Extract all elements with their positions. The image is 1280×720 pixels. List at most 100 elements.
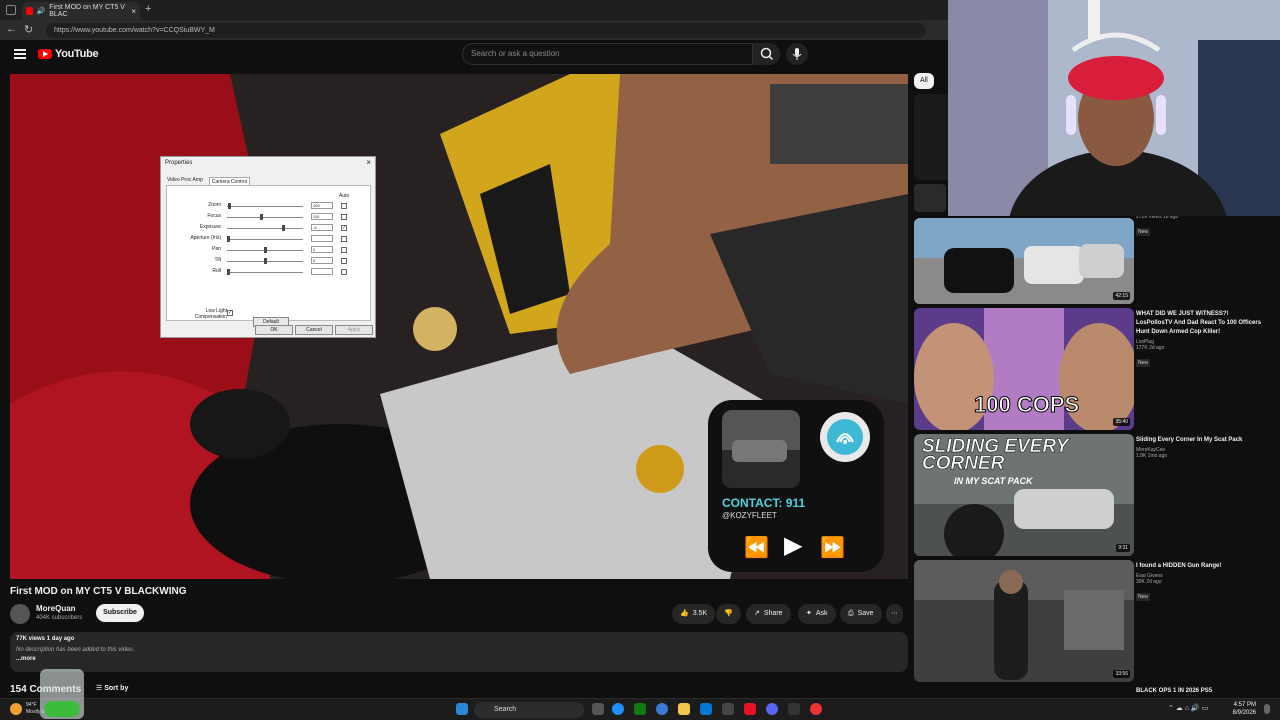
description-box[interactable]: 77K views 1 day ago No description has b… — [10, 632, 908, 672]
property-slider[interactable] — [227, 203, 303, 209]
share-button[interactable]: ↗ Share — [746, 604, 791, 624]
store-icon[interactable] — [700, 703, 712, 715]
edge-icon[interactable] — [612, 703, 624, 715]
property-value-field[interactable] — [311, 268, 333, 275]
voice-search-button[interactable] — [786, 43, 808, 65]
property-slider[interactable] — [227, 247, 303, 253]
browser-tab[interactable]: 🔊 First MOD on MY CT5 V BLAC × — [22, 2, 140, 20]
property-value-field[interactable]: 110 — [311, 213, 333, 220]
subscribe-button[interactable]: Subscribe — [96, 604, 144, 622]
share-icon: ↗ — [754, 610, 760, 617]
sidebar-title: Sliding Every Corner In My Scat Pack — [1136, 437, 1243, 443]
property-slider[interactable] — [227, 269, 303, 275]
webcam-feed — [948, 0, 1280, 216]
property-value-field[interactable]: 0 — [311, 257, 333, 264]
sidebar-small-thumb[interactable] — [914, 184, 946, 212]
apply-button[interactable]: Apply — [335, 325, 373, 335]
youtube-app-icon[interactable] — [744, 703, 756, 715]
task-view-icon[interactable] — [592, 703, 604, 715]
property-slider[interactable] — [227, 258, 303, 264]
auto-checkbox[interactable] — [341, 247, 347, 253]
sidebar-meta: 30K 2d ago — [1136, 579, 1162, 585]
fast-forward-button[interactable]: ⏩ — [820, 535, 845, 560]
search-button[interactable] — [752, 43, 780, 65]
property-value-field[interactable]: 0 — [311, 246, 333, 253]
rewind-button[interactable]: ⏪ — [744, 535, 769, 560]
channel-avatar[interactable] — [10, 604, 30, 624]
tab-close-button[interactable]: × — [131, 7, 136, 16]
slider-thumb[interactable] — [227, 236, 230, 242]
property-slider[interactable] — [227, 236, 303, 242]
slider-thumb[interactable] — [260, 214, 263, 220]
system-tray-icons[interactable]: ⌃ ☁ ⌂ 🔊 ▭ — [1168, 704, 1208, 712]
sidebar-info-5[interactable]: BLACK OPS 1 IN 2026 PS5 — [1136, 687, 1266, 696]
slider-thumb[interactable] — [282, 225, 285, 231]
auto-checkbox[interactable] — [341, 269, 347, 275]
property-row: Tilt 0 — [167, 257, 372, 267]
ok-button[interactable]: OK — [255, 325, 293, 335]
low-light-checkbox[interactable]: ✓ — [227, 310, 233, 316]
handle-text: @KOZYFLEET — [722, 511, 777, 520]
copilot-icon[interactable] — [656, 703, 668, 715]
property-slider[interactable] — [227, 214, 303, 220]
music-player-widget: CONTACT: 911 @KOZYFLEET ⏪ ▶ ⏩ — [708, 400, 884, 572]
auto-checkbox[interactable] — [341, 203, 347, 209]
like-button[interactable]: 👍 3.5K — [672, 604, 716, 624]
more-link[interactable]: ...more — [16, 656, 902, 662]
windows-start-icon[interactable] — [456, 703, 468, 715]
taskbar-search[interactable]: Search — [474, 702, 584, 718]
channel-name[interactable]: MoreQuan — [36, 604, 76, 613]
sidebar-thumb-1[interactable]: 42:15 — [914, 218, 1134, 304]
sidebar-thumb-3[interactable]: SLIDING EVERY CORNER IN MY SCAT PACK 9:3… — [914, 434, 1134, 556]
tab-actions-icon[interactable] — [6, 5, 16, 15]
amazon-icon[interactable] — [722, 703, 734, 715]
taskbar-search-label: Search — [494, 706, 517, 713]
slider-thumb[interactable] — [228, 203, 231, 209]
menu-icon[interactable] — [14, 49, 26, 59]
url-field[interactable]: https://www.youtube.com/watch?v=CCQSiuBW… — [46, 23, 926, 38]
sidebar-info-4[interactable]: I found a HIDDEN Gun Range! Esai Givens … — [1136, 562, 1266, 603]
property-slider[interactable] — [227, 225, 303, 231]
browser-app-icon[interactable] — [810, 703, 822, 715]
save-button[interactable]: ⎙ Save — [840, 604, 882, 624]
duration-badge: 42:15 — [1113, 292, 1130, 300]
widget-thumbnail — [722, 410, 800, 488]
property-value-field[interactable]: -4 — [311, 224, 333, 231]
more-actions-button[interactable]: ⋯ — [886, 604, 903, 624]
youtube-logo[interactable]: YouTube — [38, 48, 99, 60]
property-value-field[interactable]: 100 — [311, 202, 333, 209]
property-label: Aperture (Iris) — [190, 235, 221, 241]
save-label: Save — [857, 610, 874, 617]
auto-checkbox[interactable] — [341, 236, 347, 242]
cancel-button[interactable]: Cancel — [295, 325, 333, 335]
taskbar-clock[interactable]: 4:57 PM 8/9/2026 — [1233, 701, 1256, 717]
sort-by-button[interactable]: ☰ Sort by — [96, 684, 128, 692]
ask-button[interactable]: ✦ Ask — [798, 604, 836, 624]
back-button[interactable]: ← — [6, 23, 17, 35]
sidebar-thumb-4[interactable]: 33:56 — [914, 560, 1134, 682]
chip-all[interactable]: All — [914, 73, 934, 89]
sidebar-info-3[interactable]: Sliding Every Corner In My Scat Pack Mor… — [1136, 436, 1266, 459]
sidebar-info-1[interactable]: 271K views 1d ago New — [1136, 214, 1266, 238]
reload-button[interactable]: ↻ — [24, 23, 33, 36]
auto-checkbox[interactable]: ✓ — [341, 225, 347, 231]
dialog-close-button[interactable]: × — [366, 158, 371, 167]
sidebar-thumb-2[interactable]: 100 COPS 35:40 — [914, 308, 1134, 430]
auto-checkbox[interactable] — [341, 214, 347, 220]
show-desktop-button[interactable] — [1264, 704, 1270, 714]
slider-thumb[interactable] — [227, 269, 230, 275]
terminal-icon[interactable] — [788, 703, 800, 715]
auto-checkbox[interactable] — [341, 258, 347, 264]
weather-icon[interactable] — [10, 703, 22, 715]
new-tab-button[interactable]: + — [145, 3, 151, 15]
discord-icon[interactable] — [766, 703, 778, 715]
slider-thumb[interactable] — [264, 247, 267, 253]
xbox-icon[interactable] — [634, 703, 646, 715]
search-input[interactable]: Search or ask a question — [462, 43, 780, 65]
play-button[interactable]: ▶ — [784, 531, 802, 560]
dislike-button[interactable]: 👎 — [716, 604, 741, 624]
property-value-field[interactable] — [311, 235, 333, 242]
slider-thumb[interactable] — [264, 258, 267, 264]
file-explorer-icon[interactable] — [678, 703, 690, 715]
sidebar-info-2[interactable]: WHAT DID WE JUST WITNESS?! LosPollosTV A… — [1136, 310, 1266, 369]
